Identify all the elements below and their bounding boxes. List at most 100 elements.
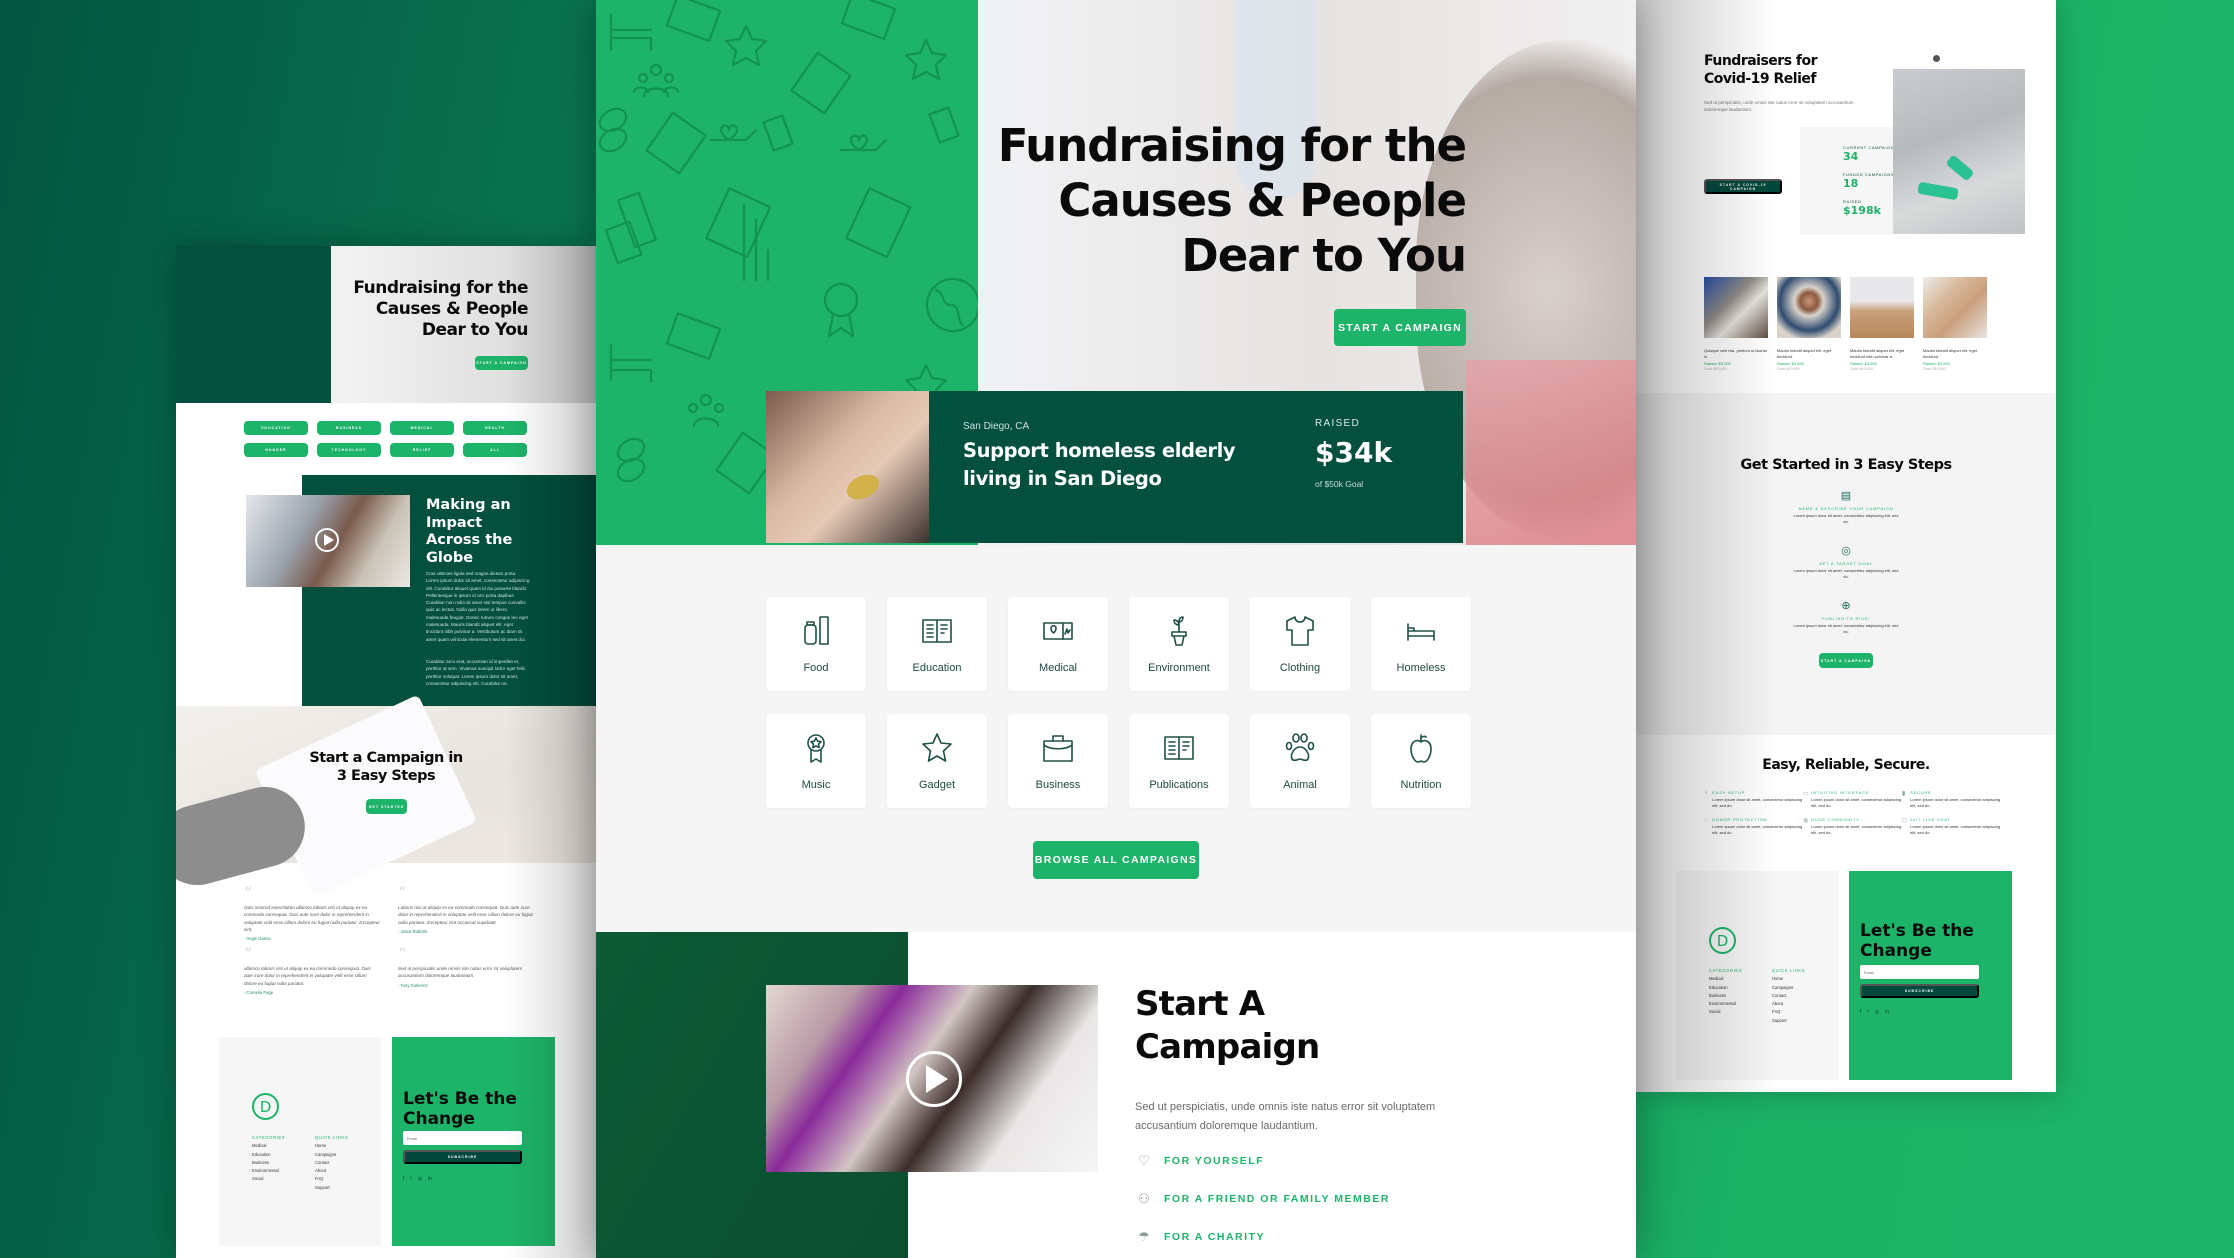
footer-link[interactable]: Medical	[1709, 975, 1742, 983]
category-button[interactable]: All	[463, 443, 527, 457]
category-button[interactable]: Relief	[390, 443, 454, 457]
subscribe-button[interactable]: Subscribe	[403, 1150, 522, 1164]
footer-link[interactable]: Business	[1709, 992, 1742, 1000]
category-card-homeless[interactable]: Homeless	[1371, 597, 1471, 691]
footer-link[interactable]: Support	[1772, 1017, 1805, 1025]
campaign-image	[1704, 277, 1768, 338]
play-icon[interactable]	[315, 528, 339, 552]
campaign-title[interactable]: Support homeless elderly living in San D…	[963, 437, 1236, 493]
footer-link[interactable]: Home	[315, 1142, 348, 1150]
campaign-video[interactable]	[766, 985, 1098, 1172]
hero-title: Fundraising for the Causes & People Dear…	[998, 118, 1467, 283]
feature: ◍ Huge Community Lorem ipsum dolor sit ame…	[1803, 817, 1902, 835]
email-input[interactable]	[1860, 965, 1979, 979]
start-campaign-button[interactable]: Start a Campaign	[1819, 653, 1873, 668]
category-card-publications[interactable]: Publications	[1129, 714, 1229, 808]
twitter-icon[interactable]: t	[1867, 1009, 1868, 1015]
footer-link[interactable]: Medical	[252, 1142, 285, 1150]
footer-link[interactable]: Home	[1772, 975, 1805, 983]
footer-link[interactable]: Social	[1709, 1008, 1742, 1016]
footer-link[interactable]: FAQ	[315, 1175, 348, 1183]
category-card-gadget[interactable]: Gadget	[887, 714, 987, 808]
instagram-icon[interactable]: ◎	[418, 1176, 422, 1182]
twitter-icon[interactable]: t	[410, 1176, 411, 1182]
browse-all-campaigns-button[interactable]: Browse All Campaigns	[1033, 841, 1199, 879]
campaign-image	[1777, 277, 1841, 338]
campaign-card[interactable]: Mauris blandit aliquet elit, eget tincid…	[1923, 277, 1987, 371]
footer-link[interactable]: Contact	[315, 1159, 348, 1167]
campaign-card[interactable]: Quisque velit nisi, pretium ut lacinia i…	[1704, 277, 1768, 371]
food-icon	[804, 616, 829, 645]
footer-link[interactable]: Education	[1709, 984, 1742, 992]
category-card-music[interactable]: Music	[766, 714, 866, 808]
campaign-goal: Goal: $10,000	[1777, 367, 1800, 371]
start-campaign-button[interactable]: Start a Campaign	[475, 356, 528, 370]
footer-link[interactable]: Environmental	[252, 1167, 285, 1175]
category-button[interactable]: Medical	[390, 421, 454, 435]
option-for-charity[interactable]: ☂ For a Charity	[1135, 1229, 1265, 1245]
linkedin-icon[interactable]: in	[428, 1176, 432, 1182]
category-card-clothing[interactable]: Clothing	[1250, 597, 1350, 691]
feature-heading: Huge Community	[1811, 817, 1860, 822]
facebook-icon[interactable]: f	[1860, 1009, 1861, 1015]
testimonial: “ Laboris nisi ut aliquip ex ea commodo c…	[398, 885, 534, 941]
stat-value: 18	[1843, 177, 1859, 190]
category-card-nutrition[interactable]: Nutrition	[1371, 714, 1471, 808]
option-for-yourself[interactable]: ♡ For Yourself	[1135, 1153, 1264, 1169]
option-for-friend[interactable]: ⚇ For a Friend or Family Member	[1135, 1191, 1390, 1207]
step-heading: Publish to Rise!	[1822, 616, 1870, 621]
feature: ▮ Secure Lorem ipsum dolor sit amet, conse…	[1902, 790, 2001, 808]
feature-heading: Easy Setup	[1712, 790, 1746, 795]
footer-link[interactable]: Environmental	[1709, 1000, 1742, 1008]
slider-dot[interactable]	[1933, 55, 1940, 62]
divi-logo-icon[interactable]: D	[1709, 927, 1736, 954]
subscribe-button[interactable]: Subscribe	[1860, 984, 1979, 998]
featured-campaign-card[interactable]: San Diego, CA Support homeless elderly l…	[766, 391, 1463, 543]
footer-link[interactable]: FAQ	[1772, 1008, 1805, 1016]
footer-link[interactable]: Campaigns	[315, 1151, 348, 1159]
footer-link[interactable]: Campaigns	[1772, 984, 1805, 992]
covid-description: Sed ut perspiciatis, unde omnis iste nat…	[1704, 100, 1854, 112]
category-card-environment[interactable]: Environment	[1129, 597, 1229, 691]
footer-link[interactable]: Social	[252, 1175, 285, 1183]
divi-logo-icon[interactable]: D	[252, 1093, 279, 1120]
play-icon[interactable]	[906, 1051, 962, 1107]
category-card-education[interactable]: Education	[887, 597, 987, 691]
footer-link[interactable]: About	[1772, 1000, 1805, 1008]
category-button[interactable]: Health	[463, 421, 527, 435]
instagram-icon[interactable]: ◎	[1875, 1009, 1879, 1015]
email-input[interactable]	[403, 1131, 522, 1145]
linkedin-icon[interactable]: in	[1885, 1009, 1889, 1015]
steps-section: Start a Campaign in 3 Easy Steps Get Sta…	[176, 694, 596, 898]
start-campaign-button[interactable]: Start a Campaign	[1334, 309, 1466, 346]
footer-link[interactable]: Contact	[1772, 992, 1805, 1000]
category-button[interactable]: Technology	[317, 443, 381, 457]
option-label: For a Friend or Family Member	[1164, 1193, 1390, 1205]
category-label: Medical	[1039, 662, 1077, 674]
category-card-business[interactable]: Business	[1008, 714, 1108, 808]
category-card-animal[interactable]: Animal	[1250, 714, 1350, 808]
right-page-preview: Fundraisers for Covid-19 Relief Sed ut p…	[1636, 0, 2056, 1092]
footer-link[interactable]: Support	[315, 1184, 348, 1192]
campaign-title-line: Support homeless elderly	[963, 439, 1236, 462]
step-heading: Set a Target Goal	[1819, 561, 1873, 566]
category-button[interactable]: Education	[244, 421, 308, 435]
footer-link[interactable]: Education	[252, 1151, 285, 1159]
category-card-food[interactable]: Food	[766, 597, 866, 691]
stat-raised: Raised $198k	[1843, 199, 1881, 217]
facebook-icon[interactable]: f	[403, 1176, 404, 1182]
campaign-card[interactable]: Mauris blandit aliquet elit, eget tincid…	[1777, 277, 1841, 371]
category-card-medical[interactable]: Medical	[1008, 597, 1108, 691]
category-buttons: Education Business Medical Health Hunger…	[244, 421, 528, 457]
footer-link[interactable]: About	[315, 1167, 348, 1175]
start-covid-campaign-button[interactable]: Start a Covid-19 Campaign	[1704, 179, 1782, 194]
category-button[interactable]: Hunger	[244, 443, 308, 457]
footer-link[interactable]: Business	[252, 1159, 285, 1167]
campaign-raised: Raised: $3,500	[1777, 361, 1804, 366]
campaign-card[interactable]: Mauris blandit aliquet elit, eget tincid…	[1850, 277, 1914, 371]
footer-categories: Categories Medical Education Business En…	[1709, 967, 1742, 1017]
get-started-button[interactable]: Get Started	[366, 799, 407, 814]
hero-title: Fundraising for the Causes & People Dear…	[353, 278, 528, 340]
category-button[interactable]: Business	[317, 421, 381, 435]
impact-video[interactable]	[246, 495, 410, 587]
